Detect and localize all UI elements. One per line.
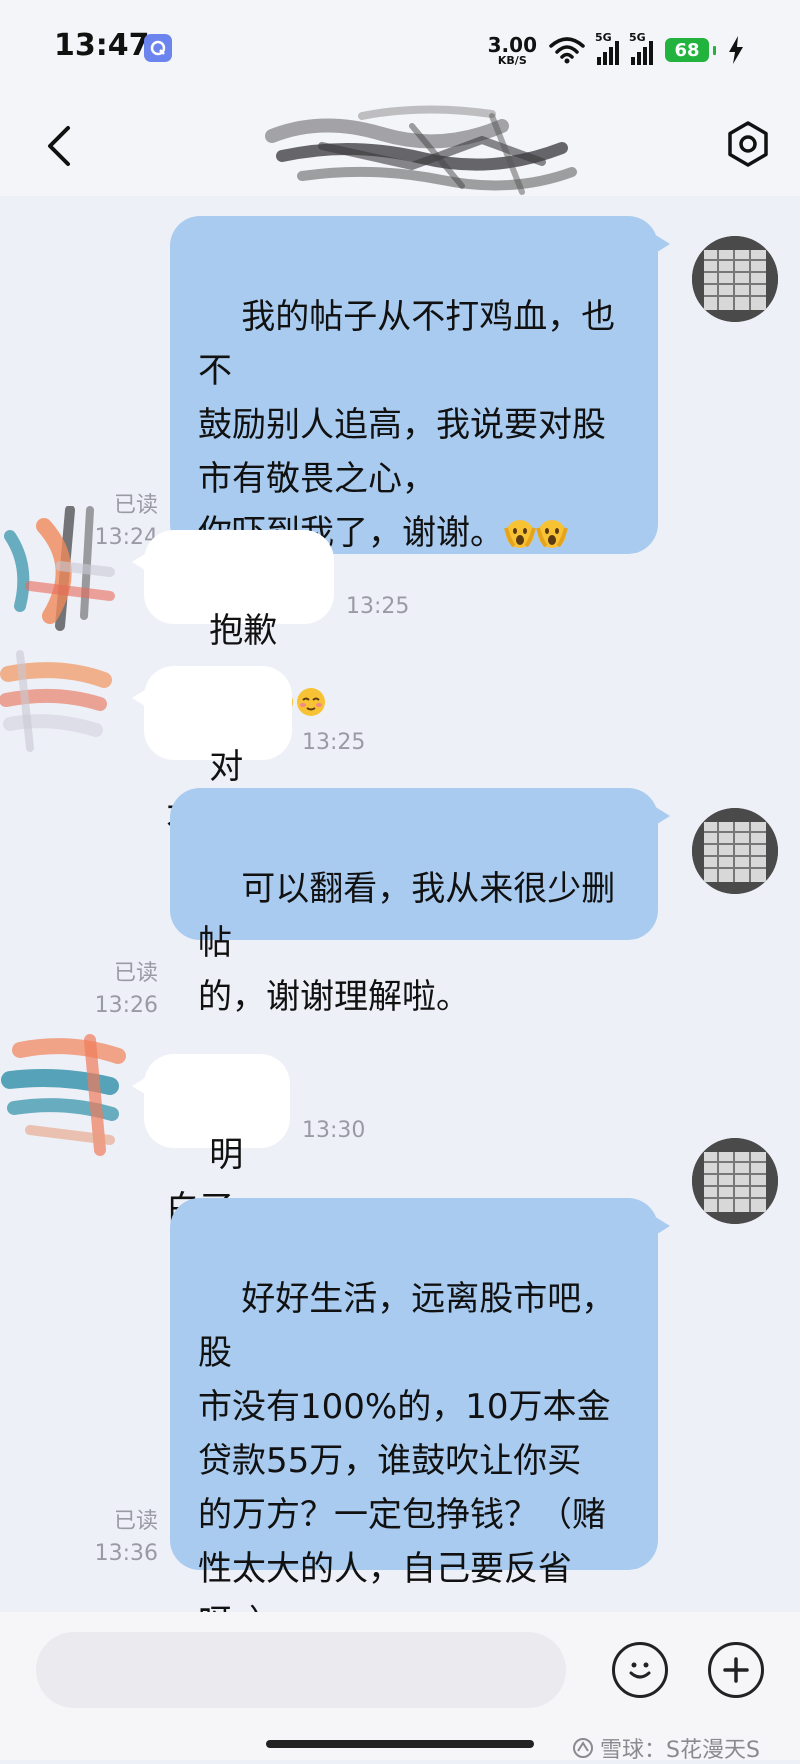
- input-bar: 雪球：S花漫天S: [0, 1612, 800, 1763]
- status-indicators: 3.00 KB/S 5G 5G 68: [488, 30, 744, 70]
- message-bubble-incoming[interactable]: 明白了: [132, 1054, 290, 1229]
- gear-icon: [728, 121, 768, 167]
- message-meta: 已读 13:26: [82, 958, 158, 1022]
- xueqiu-logo-icon: [573, 1738, 593, 1758]
- wifi-icon: [549, 37, 585, 64]
- message-time: 13:36: [94, 1541, 158, 1566]
- contact-avatar-redacted[interactable]: [0, 644, 112, 756]
- message-bubble-incoming[interactable]: 对不起: [132, 666, 292, 841]
- chat-header: [0, 96, 800, 196]
- emoji-button[interactable]: [612, 1642, 668, 1698]
- battery-level: 68: [665, 38, 709, 62]
- watermark: 雪球：S花漫天S: [572, 1732, 760, 1764]
- charging-icon: [729, 36, 743, 64]
- pleading-face-emoji: [295, 680, 327, 734]
- my-avatar[interactable]: [692, 236, 778, 322]
- message-text: 好好生活，远离股市吧，股 市没有100%的，10万本金 贷款55万，谁鼓吹让你买…: [198, 1279, 616, 1643]
- read-status: 已读: [113, 961, 158, 986]
- message-bubble-outgoing[interactable]: 好好生活，远离股市吧，股 市没有100%的，10万本金 贷款55万，谁鼓吹让你买…: [170, 1198, 670, 1643]
- message-time: 13:26: [94, 993, 158, 1018]
- more-actions-button[interactable]: [708, 1642, 764, 1698]
- message-bubble-incoming[interactable]: 抱歉 天哥: [132, 530, 334, 705]
- redacted-contact-name: [265, 105, 577, 195]
- signal-icon-sim1: 5G: [595, 31, 619, 65]
- smiley-icon: [629, 1662, 651, 1679]
- message-time: 13:25: [302, 730, 366, 755]
- battery-icon: 68: [665, 38, 716, 62]
- message-bubble-outgoing[interactable]: 可以翻看，我从来很少删帖 的，谢谢理解啦。: [170, 788, 670, 1017]
- watermark-text: 雪球：S花漫天S: [600, 1738, 760, 1763]
- chat-message-list[interactable]: 我的帖子从不打鸡血，也不 鼓励别人追高，我说要对股 市有敬畏之心， 你吓到我了，…: [0, 196, 800, 1643]
- contact-avatar-redacted[interactable]: [0, 506, 118, 636]
- message-bubble-outgoing[interactable]: 我的帖子从不打鸡血，也不 鼓励别人追高，我说要对股 市有敬畏之心， 你吓到我了，…: [170, 216, 670, 716]
- scared-face-emoji: [504, 512, 536, 566]
- network-speed-value: 3.00: [487, 32, 537, 57]
- message-text: 可以翻看，我从来很少删帖 的，谢谢理解啦。: [198, 869, 616, 1017]
- plus-icon: [723, 1657, 749, 1683]
- app-notification-icon: [144, 34, 172, 62]
- settings-button[interactable]: [720, 116, 776, 172]
- message-time: 13:25: [346, 594, 410, 619]
- scared-face-emoji: [536, 512, 568, 566]
- network-speed: 3.00 KB/S: [488, 35, 537, 66]
- message-meta: 已读 13:36: [82, 1506, 158, 1570]
- back-icon: [48, 126, 70, 166]
- message-time: 13:30: [302, 1118, 366, 1143]
- network-speed-unit: KB/S: [497, 53, 527, 67]
- status-time: 13:47: [54, 28, 150, 63]
- status-bar: 13:47 3.00 KB/S 5G 5G 68: [0, 0, 800, 96]
- my-avatar[interactable]: [692, 1138, 778, 1224]
- contact-avatar-redacted[interactable]: [0, 1030, 128, 1162]
- read-status: 已读: [113, 1509, 158, 1534]
- message-input[interactable]: [36, 1632, 566, 1708]
- home-indicator[interactable]: [266, 1740, 534, 1748]
- my-avatar[interactable]: [692, 808, 778, 894]
- signal-icon-sim2: 5G: [629, 31, 653, 65]
- back-button[interactable]: [34, 116, 84, 176]
